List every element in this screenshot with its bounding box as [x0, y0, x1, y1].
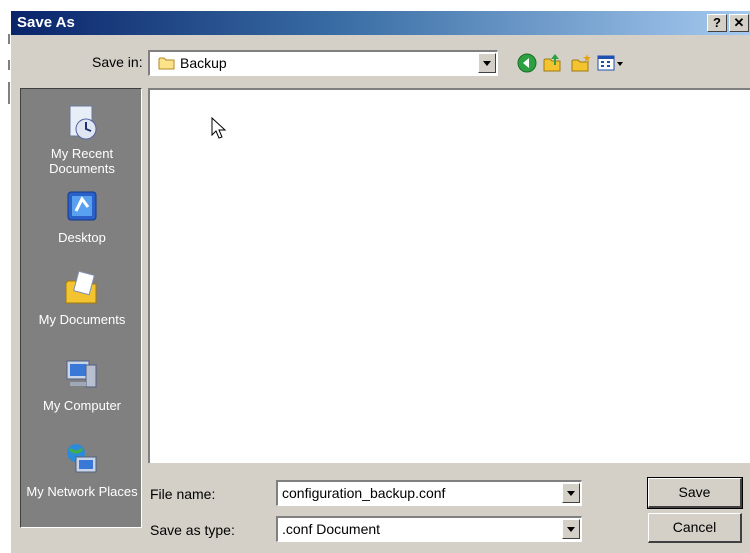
back-icon[interactable] — [516, 52, 538, 74]
recent-documents-icon — [69, 105, 97, 140]
close-button[interactable]: ✕ — [729, 14, 749, 32]
place-label: Desktop — [58, 230, 106, 245]
my-documents-icon — [65, 270, 97, 304]
place-network-places[interactable]: My Network Places — [21, 441, 143, 499]
view-menu-icon[interactable] — [596, 52, 624, 74]
save-as-type-value: .conf Document — [282, 521, 381, 537]
place-my-documents[interactable]: My Documents — [21, 269, 143, 327]
place-desktop[interactable]: Desktop — [21, 187, 143, 245]
place-label: My Recent Documents — [49, 146, 115, 176]
place-recent-documents[interactable]: My Recent Documents — [21, 103, 143, 176]
file-name-value: configuration_backup.conf — [282, 485, 446, 501]
desktop-icon — [67, 191, 97, 221]
title-bar[interactable]: Save As ? ✕ — [11, 11, 750, 35]
save-in-value: Backup — [180, 55, 227, 71]
file-name-label: File name: — [150, 486, 216, 502]
place-my-computer[interactable]: My Computer — [21, 355, 143, 413]
save-as-type-label: Save as type: — [150, 522, 235, 538]
help-button[interactable]: ? — [707, 14, 727, 32]
file-list[interactable] — [148, 88, 750, 463]
file-name-field[interactable]: configuration_backup.conf — [276, 480, 582, 506]
places-bar: My Recent Documents Desktop My Documents… — [20, 88, 142, 528]
save-button[interactable]: Save — [647, 477, 743, 509]
new-folder-icon[interactable] — [570, 52, 592, 74]
left-edge — [0, 0, 10, 553]
network-places-icon — [67, 444, 97, 473]
place-label: My Computer — [42, 398, 122, 413]
my-computer-icon — [66, 360, 97, 388]
place-label: My Network Places — [26, 484, 138, 499]
cancel-button[interactable]: Cancel — [648, 513, 742, 543]
place-label: My Documents — [38, 312, 126, 327]
dialog-title: Save As — [17, 14, 75, 31]
up-folder-icon[interactable] — [542, 52, 564, 74]
chevron-down-icon[interactable] — [478, 53, 496, 73]
chevron-down-icon[interactable] — [562, 483, 580, 503]
save-in-dropdown[interactable]: Backup — [148, 50, 498, 76]
mouse-cursor-icon — [211, 116, 227, 144]
chevron-down-icon[interactable] — [562, 519, 580, 539]
save-in-label: Save in: — [92, 54, 143, 70]
folder-icon — [158, 56, 176, 73]
save-as-type-dropdown[interactable]: .conf Document — [276, 516, 582, 542]
